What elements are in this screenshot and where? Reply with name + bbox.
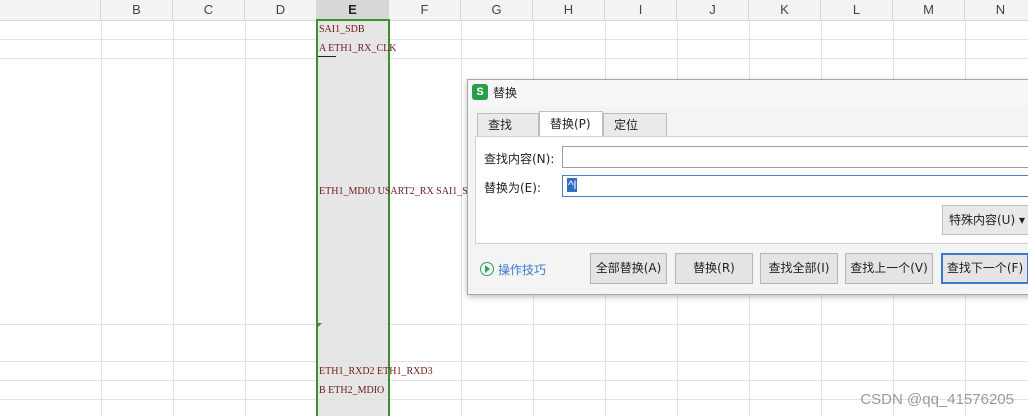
column-header-d[interactable]: D xyxy=(245,0,317,20)
find-previous-button[interactable]: 查找上一个(V) xyxy=(845,253,933,284)
grid-line xyxy=(245,20,246,416)
cell-e2[interactable]: SAI1_SDB xyxy=(319,24,365,35)
column-header-i[interactable]: I xyxy=(605,0,677,20)
tab-goto[interactable]: 定位(G) xyxy=(603,113,667,155)
grid-line xyxy=(461,20,462,416)
column-header-l[interactable]: L xyxy=(821,0,893,20)
selection-border xyxy=(316,19,390,416)
column-header-n[interactable]: N xyxy=(965,0,1028,20)
cell-e7[interactable]: B ETH2_MDIO xyxy=(319,385,384,396)
column-header-f[interactable]: F xyxy=(389,0,461,20)
play-circle-icon xyxy=(480,262,494,276)
column-header-g[interactable]: G xyxy=(461,0,533,20)
cell-e6[interactable]: ETH1_RXD2 ETH1_RXD3 xyxy=(319,366,433,377)
tips-link[interactable]: 操作技巧 xyxy=(480,261,546,278)
dropdown-arrow-icon: ▾ xyxy=(1018,213,1026,227)
replace-all-button[interactable]: 全部替换(A) xyxy=(590,253,667,284)
replace-dialog: S 替换 查找(D) 替换(P) 定位(G) 查找内容(N): 替换为(E): … xyxy=(467,79,1028,295)
tips-link-label: 操作技巧 xyxy=(498,263,547,277)
grid-line xyxy=(0,324,1028,325)
cell-e3[interactable]: A ETH1_RX_CLK xyxy=(319,43,397,54)
grid-line xyxy=(0,361,1028,362)
column-header-e[interactable]: E xyxy=(317,0,389,20)
replace-button[interactable]: 替换(R) xyxy=(675,253,753,284)
replace-input-value: ^l xyxy=(567,178,578,192)
find-label: 查找内容(N): xyxy=(484,152,555,166)
grid-line xyxy=(101,20,102,416)
column-header-j[interactable]: J xyxy=(677,0,749,20)
column-header-h[interactable]: H xyxy=(533,0,605,20)
column-header-k[interactable]: K xyxy=(749,0,821,20)
comment-indicator xyxy=(318,323,322,327)
find-all-button[interactable]: 查找全部(I) xyxy=(760,253,838,284)
grid-line xyxy=(0,380,1028,381)
special-content-label: 特殊内容(U) xyxy=(949,213,1016,227)
replace-input[interactable]: ^l xyxy=(562,175,1028,197)
tab-replace[interactable]: 替换(P) xyxy=(539,111,603,137)
find-next-button[interactable]: 查找下一个(F) xyxy=(941,253,1028,284)
find-input[interactable] xyxy=(562,146,1028,168)
replace-label: 替换为(E): xyxy=(484,181,541,195)
grid-line xyxy=(173,20,174,416)
column-header-b[interactable]: B xyxy=(101,0,173,20)
grid-line xyxy=(0,39,1028,40)
column-header-c[interactable]: C xyxy=(173,0,245,20)
column-header-m[interactable]: M xyxy=(893,0,965,20)
column-header-a[interactable] xyxy=(0,0,101,20)
app-logo-icon: S xyxy=(472,84,488,100)
dialog-titlebar[interactable]: S 替换 xyxy=(468,80,1028,106)
text-cursor-underline xyxy=(318,56,336,57)
dialog-title: 替换 xyxy=(493,86,518,100)
grid-line xyxy=(0,58,1028,59)
column-header-bar: B C D E F G H I J K L M N xyxy=(0,0,1028,21)
watermark-text: CSDN @qq_41576205 xyxy=(860,391,1014,408)
special-content-button[interactable]: 特殊内容(U) ▾ xyxy=(942,205,1028,235)
tab-find[interactable]: 查找(D) xyxy=(477,113,539,155)
